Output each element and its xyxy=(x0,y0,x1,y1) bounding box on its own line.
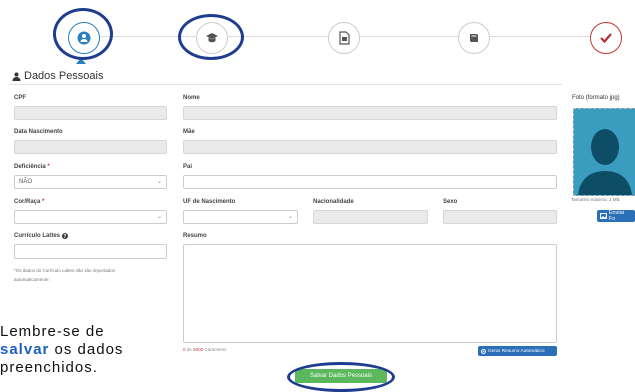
reminder-line3: preenchidos. xyxy=(0,359,98,376)
resumo-counter: 0 de 5000 Caracteres xyxy=(183,347,227,352)
svg-text:?: ? xyxy=(64,234,67,239)
photo-placeholder xyxy=(573,108,635,196)
mae-field[interactable] xyxy=(183,140,557,154)
step-publications[interactable] xyxy=(458,22,490,54)
upload-photo-label: Enviar Fo xyxy=(608,210,625,222)
lattes-field[interactable] xyxy=(14,244,167,259)
deficiencia-select[interactable]: NÃO ⌄ xyxy=(14,175,167,189)
nacionalidade-field[interactable] xyxy=(313,210,428,224)
gear-icon xyxy=(481,348,486,354)
generate-summary-button[interactable]: Gerar Resumo Automático xyxy=(478,346,557,356)
avatar-silhouette-icon xyxy=(578,129,632,195)
resumo-textarea[interactable] xyxy=(183,244,557,343)
annotation-circle-step1 xyxy=(53,8,113,60)
generate-summary-label: Gerar Resumo Automático xyxy=(488,348,545,354)
pai-label: Pai xyxy=(183,164,193,170)
cpf-field[interactable] xyxy=(14,106,167,120)
step-documents[interactable] xyxy=(328,22,360,54)
lattes-label: Currículo Lattes ? xyxy=(14,233,69,239)
lattes-note-line2: automaticamente. xyxy=(14,277,50,282)
lattes-note: *Os dados do Currículo Lattes não são im… xyxy=(14,268,174,283)
cor-raca-label: Cor/Raça * xyxy=(14,199,45,205)
data-nascimento-field[interactable] xyxy=(14,140,167,154)
resumo-label: Resumo xyxy=(183,233,207,239)
annotation-circle-step2 xyxy=(178,14,244,60)
foto-label: Foto (formato jpg) xyxy=(572,95,620,101)
section-title: Dados Pessoais xyxy=(12,70,104,82)
uf-nascimento-select[interactable]: ⌄ xyxy=(183,210,298,224)
deficiencia-label: Deficiência * xyxy=(14,164,50,170)
mae-label: Mãe xyxy=(183,129,195,135)
reminder-highlight: salvar xyxy=(0,341,50,358)
foto-size-hint: Tamanho máximo: 2 MB xyxy=(571,197,620,202)
uf-nascimento-label: UF de Nascimento xyxy=(183,199,236,205)
book-icon xyxy=(470,34,478,42)
sexo-label: Sexo xyxy=(443,199,458,205)
reminder-line2: salvar os dados xyxy=(0,341,123,359)
reminder-line1: Lembre-se de xyxy=(0,323,105,340)
section-title-text: Dados Pessoais xyxy=(24,70,104,82)
annotation-circle-save xyxy=(287,362,395,392)
upload-photo-button[interactable]: Enviar Fo xyxy=(597,210,635,222)
save-reminder: Lembre-se de salvar os dados preenchidos… xyxy=(0,323,123,377)
check-icon xyxy=(600,33,612,44)
nome-field[interactable] xyxy=(183,106,557,120)
section-divider xyxy=(10,84,562,85)
user-silhouette-icon xyxy=(12,72,21,81)
step-finish[interactable] xyxy=(590,22,622,54)
nome-label: Nome xyxy=(183,95,200,101)
data-nascimento-label: Data Nascimento xyxy=(14,129,63,135)
nacionalidade-label: Nacionalidade xyxy=(313,199,354,205)
lattes-note-line1: *Os dados do Currículo Lattes não são im… xyxy=(14,268,116,273)
cpf-label: CPF xyxy=(14,95,26,101)
sexo-field[interactable] xyxy=(443,210,557,224)
cor-raca-select[interactable]: ⌄ xyxy=(14,210,167,224)
document-icon xyxy=(339,31,350,45)
question-circle-icon[interactable]: ? xyxy=(62,233,69,239)
reminder-line2-rest: os dados xyxy=(54,341,124,358)
pai-field[interactable] xyxy=(183,175,557,189)
image-icon xyxy=(600,213,607,219)
